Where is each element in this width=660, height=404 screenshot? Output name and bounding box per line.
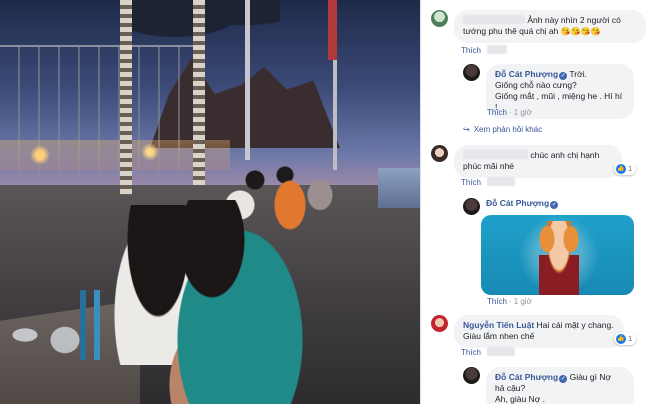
avatar[interactable] bbox=[463, 198, 480, 215]
reaction-count[interactable]: 👍 1 bbox=[614, 162, 637, 175]
palm-trunk bbox=[193, 0, 205, 185]
comment: Nguyễn Tiến Luật Hai cái mặt y chang. Gi… bbox=[431, 315, 624, 348]
comment: Ảnh này nhìn 2 người có tướng phu thê qu… bbox=[431, 10, 646, 43]
sticker-image[interactable] bbox=[481, 215, 634, 295]
avatar[interactable] bbox=[431, 10, 448, 27]
reaction-count[interactable]: 👍 1 bbox=[614, 332, 637, 345]
reply-arrow-icon: ↪ bbox=[463, 125, 470, 134]
reply: Đỗ Cát Phượng ✓ bbox=[463, 198, 559, 215]
reply-line: Giống chỗ nào cưng? bbox=[495, 80, 577, 90]
sticker-character bbox=[539, 221, 579, 295]
reply-header: Đỗ Cát Phượng ✓ bbox=[486, 198, 559, 215]
flag-pole bbox=[245, 0, 250, 160]
reply: Đỗ Cát Phượng ✓ Giàu gì Nợ hả cậu? Ah, gi… bbox=[463, 367, 634, 404]
like-link[interactable]: Thích bbox=[461, 348, 481, 357]
hidden-meta bbox=[487, 45, 508, 54]
timestamp: 1 giờ bbox=[513, 297, 532, 306]
verified-badge-icon: ✓ bbox=[559, 72, 568, 80]
avatar[interactable] bbox=[431, 315, 448, 332]
reply-bubble: Đỗ Cát Phượng ✓ Giàu gì Nợ hả cậu? Ah, gi… bbox=[486, 367, 634, 404]
reply-actions: Thích · 1 giờ bbox=[487, 108, 532, 117]
avatar[interactable] bbox=[463, 64, 480, 81]
palm-fronds bbox=[130, 0, 280, 40]
more-replies-link[interactable]: ↪ Xem phản hồi khác bbox=[463, 125, 542, 134]
palm-trunk bbox=[120, 0, 132, 195]
comment: chúc anh chị hạnh phúc mãi nhé bbox=[431, 145, 622, 178]
hidden-meta bbox=[487, 177, 516, 186]
verified-badge-icon: ✓ bbox=[550, 201, 559, 209]
commenter-name[interactable]: Đỗ Cát Phượng bbox=[486, 198, 549, 208]
like-link[interactable]: Thích bbox=[487, 297, 507, 306]
like-link[interactable]: Thích bbox=[461, 178, 481, 187]
man-figure bbox=[160, 200, 305, 404]
comment-actions: Thích bbox=[461, 45, 508, 55]
commenter-name[interactable]: Nguyễn Tiến Luật bbox=[463, 320, 534, 330]
hidden-username[interactable] bbox=[463, 15, 525, 24]
comment-actions: Thích bbox=[461, 347, 516, 357]
avatar[interactable] bbox=[431, 145, 448, 162]
hidden-meta bbox=[487, 347, 516, 356]
river-water bbox=[378, 168, 420, 208]
flag bbox=[328, 0, 337, 60]
like-link[interactable]: Thích bbox=[461, 46, 481, 55]
commenter-name[interactable]: Đỗ Cát Phượng bbox=[495, 69, 558, 79]
comment-actions: Thích bbox=[461, 177, 516, 187]
comment-bubble: Nguyễn Tiến Luật Hai cái mặt y chang. Gi… bbox=[454, 315, 624, 348]
timestamp: 1 giờ bbox=[513, 108, 532, 117]
hidden-username[interactable] bbox=[463, 150, 528, 159]
reply-actions: Thích · 1 giờ bbox=[487, 297, 532, 306]
reaction-number: 1 bbox=[628, 334, 633, 343]
reply-line: Trời. bbox=[569, 69, 587, 79]
like-link[interactable]: Thích bbox=[487, 108, 507, 117]
post-photo[interactable] bbox=[0, 0, 420, 404]
comment-bubble: chúc anh chị hạnh phúc mãi nhé bbox=[454, 145, 622, 178]
comment-bubble: Ảnh này nhìn 2 người có tướng phu thê qu… bbox=[454, 10, 646, 43]
reply-line: hả cậu? bbox=[495, 383, 526, 393]
like-thumb-icon: 👍 bbox=[616, 163, 626, 174]
comments-panel: Ảnh này nhìn 2 người có tướng phu thê qu… bbox=[420, 0, 660, 404]
verified-badge-icon: ✓ bbox=[559, 375, 568, 383]
reply-line: Ah, giàu Nợ . bbox=[495, 394, 545, 404]
reaction-number: 1 bbox=[628, 164, 633, 173]
water-bottles bbox=[10, 290, 110, 360]
avatar[interactable] bbox=[463, 367, 480, 384]
commenter-name[interactable]: Đỗ Cát Phượng bbox=[495, 372, 558, 382]
reply-line: Giàu gì Nợ bbox=[569, 372, 612, 382]
like-thumb-icon: 👍 bbox=[616, 333, 626, 344]
kiss-emoji-icon: 😘😘😘😘 bbox=[560, 27, 601, 36]
more-replies-label: Xem phản hồi khác bbox=[473, 125, 543, 134]
